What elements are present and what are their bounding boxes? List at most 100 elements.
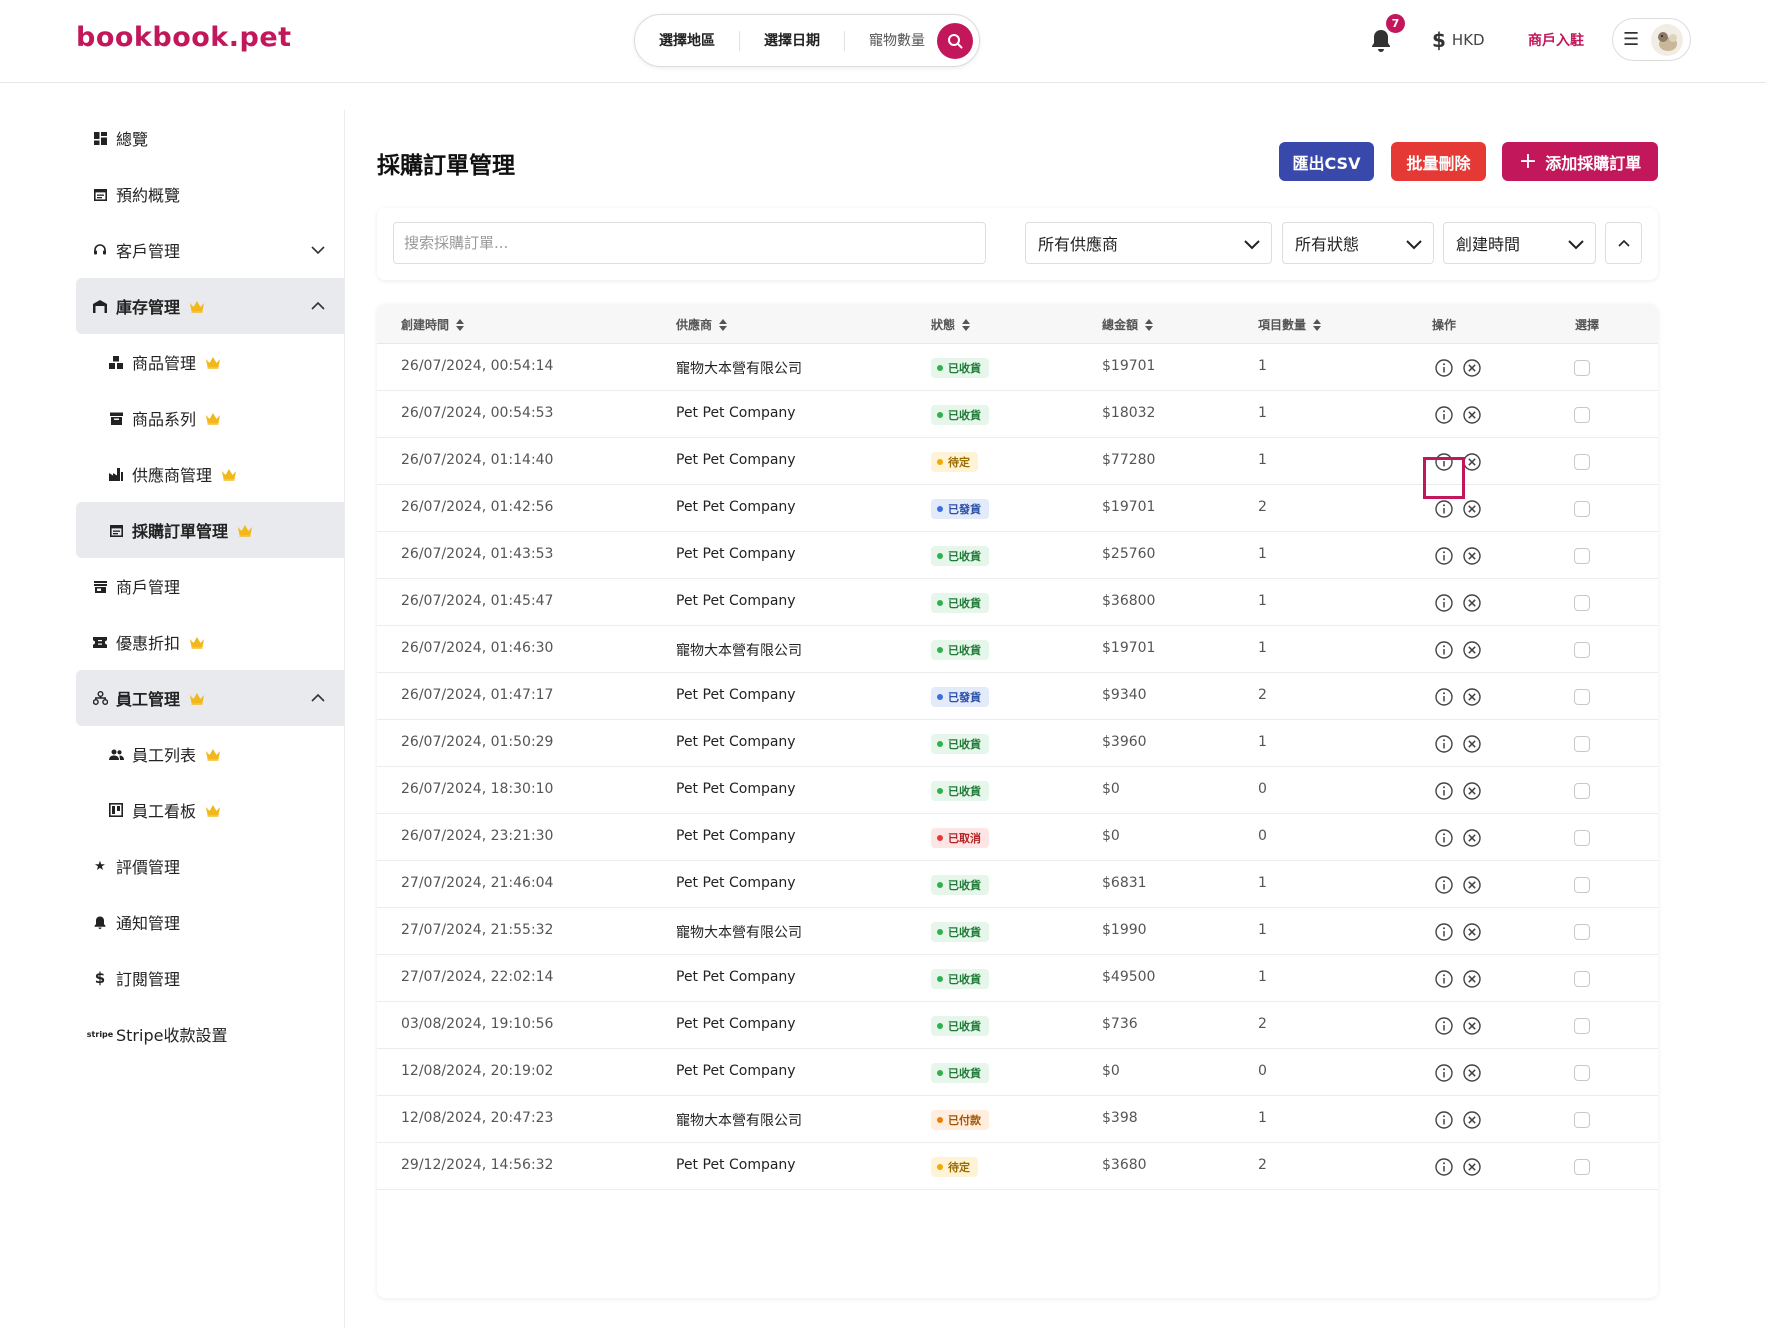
cancel-icon[interactable] (1462, 828, 1482, 848)
sidebar-item-stripe[interactable]: stripe Stripe收款設置 (76, 1006, 344, 1062)
row-select-checkbox[interactable] (1574, 736, 1590, 752)
sidebar-item-discounts[interactable]: 優惠折扣 (76, 614, 344, 670)
table-row[interactable]: 12/08/2024, 20:19:02 Pet Pet Company 已收貨 $0… (377, 1049, 1658, 1096)
search-pets[interactable]: 寵物數量 (845, 31, 933, 51)
row-select-checkbox[interactable] (1574, 924, 1590, 940)
row-select-checkbox[interactable] (1574, 1018, 1590, 1034)
cancel-icon[interactable] (1462, 781, 1482, 801)
cancel-icon[interactable] (1462, 1016, 1482, 1036)
supplier-filter[interactable]: 所有供應商 (1025, 222, 1272, 264)
row-select-checkbox[interactable] (1574, 454, 1590, 470)
table-row[interactable]: 29/12/2024, 14:56:32 Pet Pet Company 待定 $36… (377, 1143, 1658, 1190)
table-row[interactable]: 26/07/2024, 01:14:40 Pet Pet Company 待定 $77… (377, 438, 1658, 485)
search-region[interactable]: 選擇地區 (635, 30, 740, 51)
info-icon[interactable] (1434, 1110, 1454, 1130)
sort-filter[interactable]: 創建時間 (1443, 222, 1596, 264)
cancel-icon[interactable] (1462, 546, 1482, 566)
sidebar-item-merchants[interactable]: 商戶管理 (76, 558, 344, 614)
sort-direction-button[interactable] (1605, 222, 1642, 264)
table-row[interactable]: 26/07/2024, 01:47:17 Pet Pet Company 已發貨 $9… (377, 673, 1658, 720)
row-select-checkbox[interactable] (1574, 1159, 1590, 1175)
info-icon[interactable] (1434, 1016, 1454, 1036)
cancel-icon[interactable] (1462, 922, 1482, 942)
sidebar-item-overview[interactable]: 總覽 (76, 110, 344, 166)
row-select-checkbox[interactable] (1574, 360, 1590, 376)
cancel-icon[interactable] (1462, 1063, 1482, 1083)
chevron-up-icon[interactable] (310, 298, 326, 314)
row-select-checkbox[interactable] (1574, 689, 1590, 705)
column-header-time[interactable]: 創建時間 (401, 316, 465, 333)
info-icon[interactable] (1434, 781, 1454, 801)
logo[interactable]: bookbook.pet (76, 22, 292, 53)
row-select-checkbox[interactable] (1574, 548, 1590, 564)
status-filter[interactable]: 所有狀態 (1282, 222, 1434, 264)
column-header-supplier[interactable]: 供應商 (676, 316, 728, 333)
sidebar-item-notifications[interactable]: 通知管理 (76, 894, 344, 950)
row-select-checkbox[interactable] (1574, 1112, 1590, 1128)
row-select-checkbox[interactable] (1574, 642, 1590, 658)
info-icon[interactable] (1434, 922, 1454, 942)
table-row[interactable]: 03/08/2024, 19:10:56 Pet Pet Company 已收貨 $7… (377, 1002, 1658, 1049)
column-header-items[interactable]: 項目數量 (1258, 316, 1322, 333)
table-row[interactable]: 27/07/2024, 21:55:32 寵物大本營有限公司 已收貨 $1990 1 (377, 908, 1658, 955)
sidebar-item-product-series[interactable]: 商品系列 (76, 390, 344, 446)
info-icon[interactable] (1434, 828, 1454, 848)
row-select-checkbox[interactable] (1574, 595, 1590, 611)
sidebar-item-staff-list[interactable]: 員工列表 (76, 726, 344, 782)
row-select-checkbox[interactable] (1574, 783, 1590, 799)
column-header-status[interactable]: 狀態 (931, 316, 971, 333)
table-row[interactable]: 26/07/2024, 01:45:47 Pet Pet Company 已收貨 $3… (377, 579, 1658, 626)
info-icon[interactable] (1434, 969, 1454, 989)
table-row[interactable]: 27/07/2024, 22:02:14 Pet Pet Company 已收貨 $4… (377, 955, 1658, 1002)
info-icon[interactable] (1434, 1063, 1454, 1083)
chevron-down-icon[interactable] (310, 242, 326, 258)
search-button[interactable] (937, 22, 973, 59)
info-icon[interactable] (1434, 546, 1454, 566)
cancel-icon[interactable] (1462, 1110, 1482, 1130)
info-icon[interactable] (1434, 734, 1454, 754)
sidebar-item-reviews[interactable]: ★ 評價管理 (76, 838, 344, 894)
info-icon[interactable] (1434, 499, 1454, 519)
sidebar-item-products[interactable]: 商品管理 (76, 334, 344, 390)
cancel-icon[interactable] (1462, 1157, 1482, 1177)
sidebar-item-staff-board[interactable]: 員工看板 (76, 782, 344, 838)
cancel-icon[interactable] (1462, 499, 1482, 519)
chevron-up-icon[interactable] (310, 690, 326, 706)
row-select-checkbox[interactable] (1574, 1065, 1590, 1081)
table-row[interactable]: 27/07/2024, 21:46:04 Pet Pet Company 已收貨 $6… (377, 861, 1658, 908)
cancel-icon[interactable] (1462, 734, 1482, 754)
table-row[interactable]: 26/07/2024, 01:46:30 寵物大本營有限公司 已收貨 $19701 1 (377, 626, 1658, 673)
cancel-icon[interactable] (1462, 969, 1482, 989)
sidebar-item-subscriptions[interactable]: $ 訂閱管理 (76, 950, 344, 1006)
merchant-link[interactable]: 商戶入駐 (1528, 30, 1584, 50)
cancel-icon[interactable] (1462, 875, 1482, 895)
bell-icon[interactable] (1369, 28, 1393, 54)
sidebar-item-inventory[interactable]: 庫存管理 (76, 278, 344, 334)
row-select-checkbox[interactable] (1574, 501, 1590, 517)
sidebar-item-suppliers[interactable]: 供應商管理 (76, 446, 344, 502)
info-icon[interactable] (1434, 358, 1454, 378)
info-icon[interactable] (1434, 1157, 1454, 1177)
export-csv-button[interactable]: 匯出CSV (1279, 142, 1374, 181)
column-header-total[interactable]: 總金額 (1102, 316, 1154, 333)
info-icon[interactable] (1434, 640, 1454, 660)
row-select-checkbox[interactable] (1574, 877, 1590, 893)
cancel-icon[interactable] (1462, 452, 1482, 472)
info-icon[interactable] (1434, 687, 1454, 707)
row-select-checkbox[interactable] (1574, 830, 1590, 846)
currency-selector[interactable]: $ HKD (1432, 28, 1485, 52)
sidebar-item-staff[interactable]: 員工管理 (76, 670, 344, 726)
sidebar-item-customers[interactable]: 客戶管理 (76, 222, 344, 278)
table-row[interactable]: 26/07/2024, 00:54:53 Pet Pet Company 已收貨 $1… (377, 391, 1658, 438)
table-row[interactable]: 26/07/2024, 01:50:29 Pet Pet Company 已收貨 $3… (377, 720, 1658, 767)
table-row[interactable]: 12/08/2024, 20:47:23 寵物大本營有限公司 已付款 $398 1 (377, 1096, 1658, 1143)
cancel-icon[interactable] (1462, 687, 1482, 707)
table-row[interactable]: 26/07/2024, 00:54:14 寵物大本營有限公司 已收貨 $19701 1 (377, 344, 1658, 391)
table-row[interactable]: 26/07/2024, 01:43:53 Pet Pet Company 已收貨 $2… (377, 532, 1658, 579)
row-select-checkbox[interactable] (1574, 407, 1590, 423)
row-select-checkbox[interactable] (1574, 971, 1590, 987)
info-icon[interactable] (1434, 593, 1454, 613)
table-row[interactable]: 26/07/2024, 23:21:30 Pet Pet Company 已取消 $0… (377, 814, 1658, 861)
bulk-delete-button[interactable]: 批量刪除 (1391, 142, 1486, 181)
table-row[interactable]: 26/07/2024, 18:30:10 Pet Pet Company 已收貨 $0… (377, 767, 1658, 814)
